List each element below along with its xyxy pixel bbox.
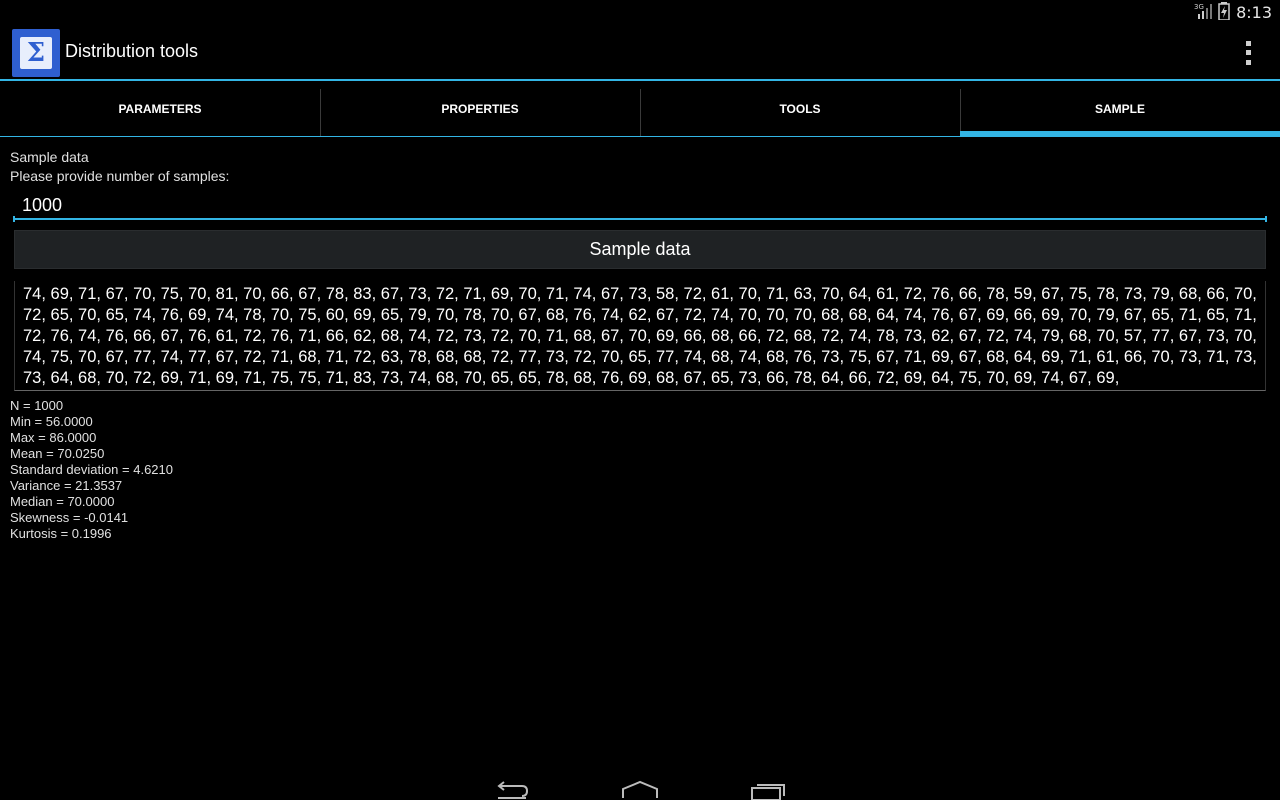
svg-text:3G: 3G: [1194, 3, 1204, 11]
stat-n: N = 1000: [10, 398, 64, 413]
sample-count-input[interactable]: [13, 192, 1267, 220]
tab-bar: PARAMETERS PROPERTIES TOOLS SAMPLE: [0, 81, 1280, 137]
status-bar: 3G 8:13: [0, 0, 1280, 25]
back-button[interactable]: [448, 752, 576, 800]
status-icons: 3G 8:13: [1194, 1, 1272, 24]
stat-min: Min = 56.0000: [10, 414, 93, 429]
sample-data-button[interactable]: Sample data: [14, 230, 1266, 269]
samples-prompt: Please provide number of samples:: [10, 168, 230, 184]
statistics-list: N = 1000 Min = 56.0000 Max = 86.0000 Mea…: [10, 398, 173, 542]
battery-icon: [1218, 1, 1230, 24]
navigation-bar: [0, 752, 1280, 800]
stat-median: Median = 70.0000: [10, 494, 115, 509]
tab-tools[interactable]: TOOLS: [640, 81, 960, 136]
app-title: Distribution tools: [65, 41, 199, 61]
stat-skewness: Skewness = -0.0141: [10, 510, 129, 525]
clock: 8:13: [1236, 3, 1272, 22]
stat-max: Max = 86.0000: [10, 430, 97, 445]
recent-apps-button[interactable]: [704, 752, 832, 800]
home-icon: [622, 780, 658, 798]
tab-parameters[interactable]: PARAMETERS: [0, 81, 320, 136]
app-icon[interactable]: Σ: [12, 29, 60, 77]
sample-values-text[interactable]: 74, 69, 71, 67, 70, 75, 70, 81, 70, 66, …: [14, 281, 1266, 391]
sigma-icon: Σ: [20, 37, 52, 69]
home-button[interactable]: [576, 752, 704, 800]
signal-icon: 3G: [1194, 2, 1213, 24]
section-heading: Sample data: [10, 149, 89, 165]
back-icon: [497, 781, 529, 799]
stat-std-dev: Standard deviation = 4.6210: [10, 462, 173, 477]
stat-mean: Mean = 70.0250: [10, 446, 105, 461]
action-bar: Σ Distribution tools: [0, 25, 1280, 81]
overflow-menu-icon[interactable]: [1236, 39, 1260, 67]
tab-properties[interactable]: PROPERTIES: [320, 81, 640, 136]
stat-kurtosis: Kurtosis = 0.1996: [10, 526, 112, 541]
sample-count-field-wrap: [13, 192, 1267, 222]
recent-apps-icon: [751, 784, 785, 800]
tab-sample[interactable]: SAMPLE: [960, 81, 1280, 137]
stat-variance: Variance = 21.3537: [10, 478, 123, 493]
